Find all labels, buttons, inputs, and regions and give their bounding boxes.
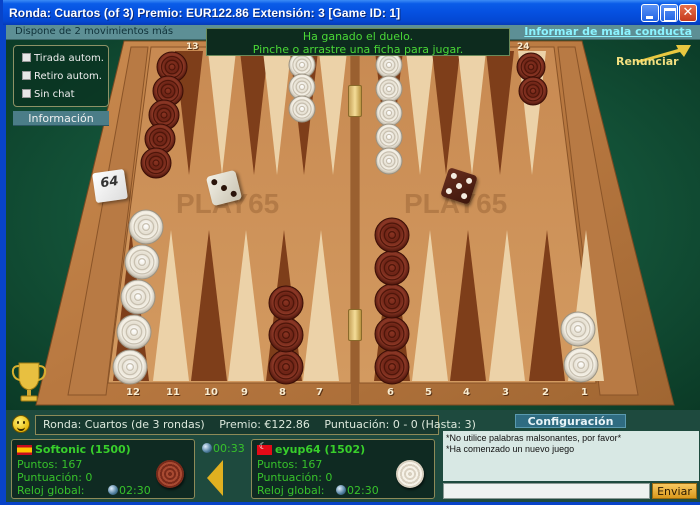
player-card-softonic: Softonic (1500) Puntos: 167 Puntuación: … xyxy=(11,439,195,499)
no-chat-option[interactable]: Sin chat xyxy=(22,89,75,100)
hinge-top xyxy=(348,85,362,117)
light-checker[interactable] xyxy=(288,95,316,123)
point-label-24: 24 xyxy=(517,42,530,52)
configuration-button[interactable]: Configuración xyxy=(515,414,626,428)
light-checker[interactable] xyxy=(375,99,403,127)
light-checker-icon xyxy=(396,460,424,488)
dark-checker[interactable] xyxy=(268,349,304,385)
light-checker[interactable] xyxy=(112,349,148,385)
light-checker[interactable] xyxy=(120,279,156,315)
round-info-bar: Ronda: Cuartos (de 3 rondas) Premio: €12… xyxy=(35,415,476,435)
auto-roll-checkbox[interactable] xyxy=(22,53,31,62)
player-clock: 02:30 xyxy=(336,484,379,497)
spain-flag-icon xyxy=(17,445,32,455)
bottom-panel: Ronda: Cuartos (de 3 rondas) Premio: €12… xyxy=(6,410,700,502)
info-button[interactable]: Información xyxy=(13,111,109,126)
no-chat-checkbox[interactable] xyxy=(22,89,31,98)
point-label-7: 7 xyxy=(316,387,323,398)
player-name: Softonic (1500) xyxy=(35,443,131,456)
dark-checker[interactable] xyxy=(374,283,410,319)
chat-message: *No utilice palabras malsonantes, por fa… xyxy=(446,433,622,443)
point-label-8: 8 xyxy=(279,387,286,398)
player-name: eyup64 (1502) xyxy=(275,443,366,456)
dark-checker[interactable] xyxy=(374,250,410,286)
dark-checker[interactable] xyxy=(518,76,548,106)
point-label-12: 12 xyxy=(126,387,140,398)
light-checker[interactable] xyxy=(128,209,164,245)
point-label-6: 6 xyxy=(387,387,394,398)
doubling-cube[interactable]: 64 xyxy=(92,168,128,204)
game-area: PLAY65 PLAY65 Dispone de 2 movimientos m… xyxy=(6,25,700,410)
player-score: Puntuación: 0 xyxy=(257,471,333,484)
light-checker[interactable] xyxy=(563,347,599,383)
player-card-eyup64: eyup64 (1502) Puntos: 167 Puntuación: 0 … xyxy=(251,439,435,499)
light-checker[interactable] xyxy=(560,311,596,347)
point-label-1: 1 xyxy=(581,387,588,398)
light-checker[interactable] xyxy=(116,314,152,350)
player-score: Puntuación: 0 xyxy=(17,471,93,484)
point-label-2: 2 xyxy=(542,387,549,398)
player-clock: 02:30 xyxy=(108,484,151,497)
turn-timer: 00:33 xyxy=(202,442,245,455)
resign-button[interactable]: Renunciar xyxy=(616,55,679,68)
auto-bearoff-option[interactable]: Retiro autom. xyxy=(22,71,102,82)
turn-indicator-arrow-icon xyxy=(207,460,223,496)
auto-roll-option[interactable]: Tirada autom. xyxy=(22,53,104,64)
clock-icon xyxy=(108,485,118,495)
round-label: Ronda: Cuartos (de 3 rondas) xyxy=(43,418,205,431)
point-label-11: 11 xyxy=(166,387,180,398)
dark-checker[interactable] xyxy=(140,147,172,179)
backgammon-board: PLAY65 PLAY65 xyxy=(35,40,675,406)
dark-checker[interactable] xyxy=(374,349,410,385)
turkey-flag-icon xyxy=(257,442,272,455)
chat-log: *No utilice palabras malsonantes, por fa… xyxy=(443,431,699,481)
game-message: Ha ganado el duelo. Pinche o arrastre un… xyxy=(206,28,510,56)
light-checker[interactable] xyxy=(375,123,403,151)
dark-checker[interactable] xyxy=(268,317,304,353)
close-button[interactable]: ✕ xyxy=(679,4,697,22)
point-label-13: 13 xyxy=(186,42,199,52)
player-points: Puntos: 167 xyxy=(257,458,323,471)
dark-checker-icon xyxy=(156,460,184,488)
point-label-9: 9 xyxy=(241,387,248,398)
dark-checker[interactable] xyxy=(374,217,410,253)
light-checker[interactable] xyxy=(124,244,160,280)
chat-input[interactable] xyxy=(443,483,650,499)
trophy-icon[interactable] xyxy=(11,360,47,405)
dark-checker[interactable] xyxy=(374,316,410,352)
minimize-button[interactable] xyxy=(641,4,659,22)
close-icon: ✕ xyxy=(682,5,694,20)
maximize-button[interactable] xyxy=(660,4,678,22)
message-line-2: Pinche o arrastre una ficha para jugar. xyxy=(252,43,464,56)
player-clock-label: Reloj global: xyxy=(257,484,325,497)
hinge-bottom xyxy=(348,309,362,341)
prize-label: Premio: €122.86 xyxy=(219,418,310,431)
player-points: Puntos: 167 xyxy=(17,458,83,471)
light-checker[interactable] xyxy=(375,75,403,103)
smiley-icon[interactable] xyxy=(12,415,30,433)
chat-message: *Ha comenzado un nuevo juego xyxy=(446,444,575,454)
options-panel: Tirada autom. Retiro autom. Sin chat xyxy=(13,45,109,107)
dark-checker[interactable] xyxy=(268,285,304,321)
score-label: Puntuación: 0 - 0 (Hasta: 3) xyxy=(324,418,476,431)
game-window: Ronda: Cuartos (of 3) Premio: EUR122.86 … xyxy=(0,0,700,505)
light-checker[interactable] xyxy=(375,147,403,175)
player-clock-label: Reloj global: xyxy=(17,484,85,497)
point-label-5: 5 xyxy=(425,387,432,398)
clock-icon xyxy=(336,485,346,495)
point-label-10: 10 xyxy=(204,387,218,398)
message-line-1: Ha ganado el duelo. xyxy=(302,30,414,43)
point-label-4: 4 xyxy=(463,387,470,398)
window-title: Ronda: Cuartos (of 3) Premio: EUR122.86 … xyxy=(9,6,401,20)
report-link[interactable]: Informar de mala conducta xyxy=(524,25,692,38)
moves-remaining: Dispone de 2 movimientos más xyxy=(15,26,174,37)
send-button[interactable]: Enviar xyxy=(652,483,697,499)
auto-bearoff-checkbox[interactable] xyxy=(22,71,31,80)
clock-icon xyxy=(202,443,212,453)
point-label-3: 3 xyxy=(502,387,509,398)
title-bar: Ronda: Cuartos (of 3) Premio: EUR122.86 … xyxy=(3,0,700,25)
